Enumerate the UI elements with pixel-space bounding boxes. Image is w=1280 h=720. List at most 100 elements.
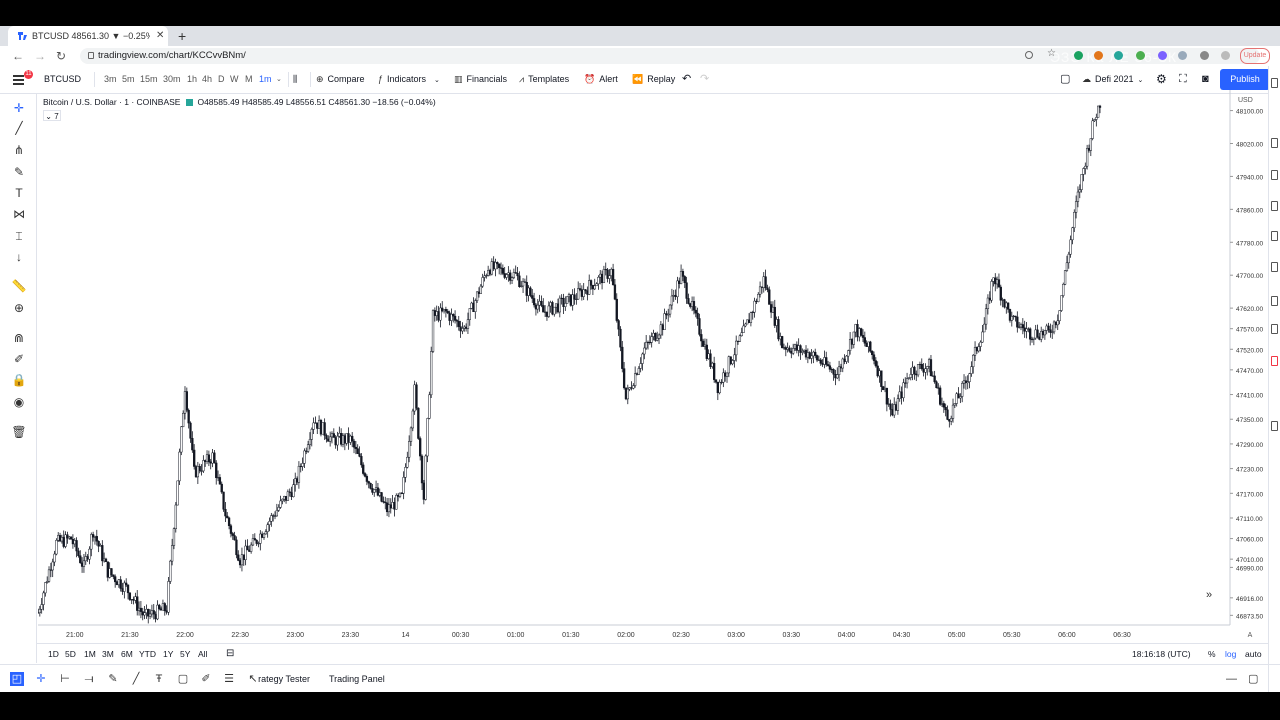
metamask-icon[interactable] <box>1094 51 1103 60</box>
trend-line-icon[interactable]: ╱ <box>10 119 28 137</box>
horizontal-line-icon[interactable]: ⟞ <box>82 672 96 686</box>
browser-tab[interactable]: BTCUSD 48561.30 ▼ −0.25% De ✕ <box>8 26 168 46</box>
crosshair-icon[interactable]: ✛ <box>10 99 28 117</box>
horizontal-ray-icon[interactable]: ⊢ <box>58 672 72 686</box>
lock-icon[interactable]: 🔒 <box>10 371 28 389</box>
help-icon[interactable] <box>1271 421 1278 431</box>
settings-gear-icon[interactable]: ⚙ <box>1156 66 1167 93</box>
magnet-icon[interactable]: ⋒ <box>10 329 28 347</box>
interval-1h[interactable]: 1h <box>187 66 197 93</box>
interval-1m-selected[interactable]: 1m <box>259 66 272 93</box>
forward-button[interactable]: → <box>34 46 46 66</box>
clock-time[interactable]: 18:16:18 (UTC) <box>1132 644 1191 664</box>
minimize-panel-icon[interactable]: — <box>1226 665 1237 693</box>
pitchfork-icon[interactable]: ⋔ <box>10 141 28 159</box>
fullscreen-layout-icon[interactable]: ▢ <box>1060 66 1070 93</box>
calendar-icon[interactable] <box>1271 201 1278 211</box>
extension-puzzle-icon[interactable] <box>1136 51 1145 60</box>
fib-tool-icon[interactable]: ☰ <box>222 672 236 686</box>
undo-icon[interactable]: ↶ <box>682 66 691 93</box>
range-ytd[interactable]: YTD <box>139 644 156 664</box>
zoom-icon[interactable]: ⊕ <box>10 299 28 317</box>
interval-m[interactable]: M <box>245 66 253 93</box>
fullscreen-icon[interactable]: ⛶ <box>1179 66 1187 93</box>
ideas-icon[interactable] <box>1271 231 1278 241</box>
back-button[interactable]: ← <box>12 46 24 66</box>
maximize-panel-icon[interactable]: ▢ <box>1248 665 1258 693</box>
measure-icon[interactable]: ⌶ <box>10 227 28 245</box>
trend-line-tool-icon[interactable]: ╱ <box>129 672 143 686</box>
interval-dropdown-icon[interactable]: ⌄ <box>276 66 282 93</box>
pattern-icon[interactable]: ⋈ <box>10 205 28 223</box>
price-chart[interactable]: USD 46873.50 46916.00 46990.0047010.00 47060… <box>38 90 1268 643</box>
star-icon[interactable]: ☆ <box>1047 48 1056 59</box>
alert-button[interactable]: ⏰ Alert <box>584 66 618 93</box>
interval-15m[interactable]: 15m <box>140 66 158 93</box>
symbol-search-button[interactable]: BTCUSD <box>44 66 81 93</box>
symbol-description[interactable]: Bitcoin / U.S. Dollar · 1 · COINBASE <box>43 97 180 107</box>
text-tool-icon[interactable]: Ŧ <box>152 672 166 686</box>
main-menu-button[interactable]: 11 <box>0 66 36 94</box>
interval-30m[interactable]: 30m <box>163 66 181 93</box>
notifications-icon[interactable] <box>1271 324 1278 334</box>
redo-icon[interactable]: ↷ <box>700 66 709 93</box>
goto-date-icon[interactable]: ⊟ <box>226 644 234 664</box>
streams-icon[interactable] <box>1271 262 1278 272</box>
extension-grid-icon[interactable] <box>1178 51 1187 60</box>
range-5d[interactable]: 5D <box>65 644 76 664</box>
text-icon[interactable]: T <box>10 184 28 202</box>
crosshair-tool-icon[interactable]: ✛ <box>34 672 48 686</box>
tab-close-icon[interactable]: ✕ <box>156 26 164 46</box>
brush-icon[interactable]: ✎ <box>10 163 28 181</box>
strategy-tester-tab[interactable]: Strategy Tester <box>258 665 310 693</box>
publish-button[interactable]: Publish <box>1220 69 1270 90</box>
chart-type-icon[interactable]: ⫼ <box>293 66 297 93</box>
trash-icon[interactable]: 🗑 <box>10 423 28 441</box>
interval-4h[interactable]: 4h <box>202 66 212 93</box>
extension-gray-icon[interactable] <box>1200 51 1209 60</box>
range-all[interactable]: All <box>198 644 207 664</box>
extension-teal-icon[interactable] <box>1114 51 1123 60</box>
browser-update-button[interactable]: Update <box>1240 48 1270 64</box>
range-3m[interactable]: 3M <box>102 644 114 664</box>
percent-toggle[interactable]: % <box>1208 644 1216 664</box>
interval-3m[interactable]: 3m <box>104 66 117 93</box>
rectangle-tool-icon[interactable]: ▢ <box>176 672 190 686</box>
indicator-toggle[interactable]: ⌄ 7 <box>43 110 61 121</box>
watchlist-icon[interactable] <box>1271 78 1278 88</box>
extension-purple-icon[interactable] <box>1158 51 1167 60</box>
interval-w[interactable]: W <box>230 66 239 93</box>
compare-button[interactable]: ⊕ Compare <box>316 66 365 93</box>
new-tab-button[interactable]: + <box>178 26 186 46</box>
axis-auto-label[interactable]: A <box>1248 632 1253 639</box>
interval-5m[interactable]: 5m <box>122 66 135 93</box>
brush-tool-icon[interactable]: ✎ <box>106 672 120 686</box>
arrow-down-icon[interactable]: ↓ <box>10 248 28 266</box>
scroll-to-realtime-icon[interactable]: » <box>1206 589 1212 601</box>
reload-button[interactable]: ↻ <box>56 46 66 66</box>
news-icon[interactable] <box>1271 170 1278 180</box>
omnibox[interactable]: tradingview.com/chart/KCCvvBNm/ ЭЗЭ Ка Л… <box>80 48 1260 65</box>
range-1y[interactable]: 1Y <box>163 644 173 664</box>
interval-d[interactable]: D <box>218 66 225 93</box>
log-toggle[interactable]: log <box>1225 644 1236 664</box>
auto-toggle[interactable]: auto <box>1245 644 1262 664</box>
chat-icon[interactable] <box>1271 296 1278 306</box>
highlighter-tool-icon[interactable]: ✐ <box>199 672 213 686</box>
alerts-panel-icon[interactable] <box>1271 138 1278 148</box>
range-5y[interactable]: 5Y <box>180 644 190 664</box>
extension-green-icon[interactable] <box>1074 51 1083 60</box>
replay-button[interactable]: ⏪ Replay <box>632 66 675 93</box>
layout-button[interactable]: ☁ Defi 2021 ⌄ <box>1082 66 1143 93</box>
indicators-button[interactable]: ƒ Indicators ⌄ <box>378 66 440 93</box>
templates-button[interactable]: ⩘ Templates <box>519 66 569 93</box>
ruler-icon[interactable]: 📏 <box>10 277 28 295</box>
eye-icon[interactable]: ◉ <box>10 393 28 411</box>
stay-drawing-icon[interactable]: ✐ <box>10 350 28 368</box>
extensions-icon[interactable] <box>1221 51 1230 60</box>
trading-panel-tab[interactable]: Trading Panel <box>329 665 385 693</box>
search-icon[interactable] <box>1025 51 1033 59</box>
order-panel-icon[interactable] <box>1271 356 1278 366</box>
range-1d[interactable]: 1D <box>48 644 59 664</box>
range-1m[interactable]: 1M <box>84 644 96 664</box>
